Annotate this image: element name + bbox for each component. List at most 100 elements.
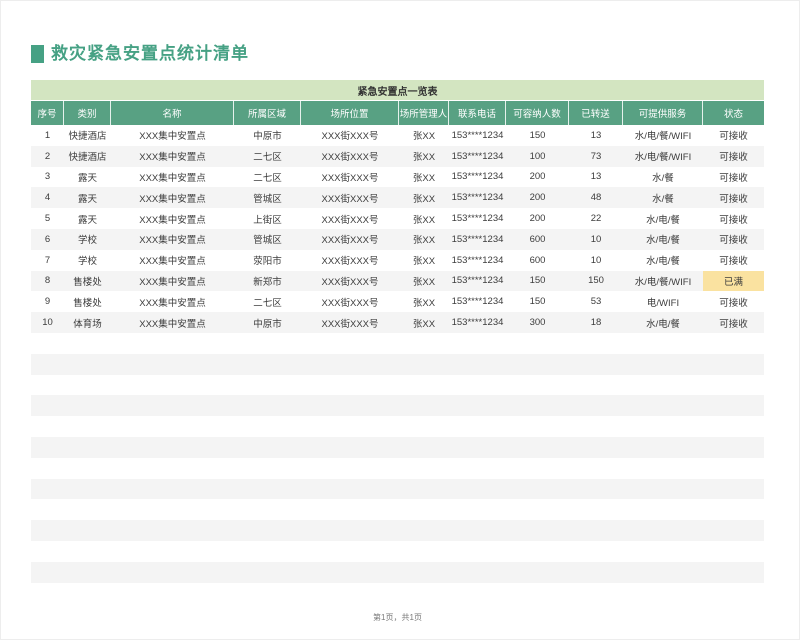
cell-no: 3 [31,167,64,188]
status-cell: 可接收 [703,229,764,250]
cell-phone: 153****1234 [449,229,506,250]
cell-services: 水/电/餐/WIFI [623,125,703,146]
cell-capacity: 150 [506,125,569,146]
cell-services: 水/餐 [623,167,703,188]
cell-capacity: 200 [506,167,569,188]
cell-manager: 张XX [399,250,449,271]
cell-name: XXX集中安置点 [111,271,234,292]
cell-no: 5 [31,208,64,229]
table-body: 1快捷酒店XXX集中安置点中原市XXX街XXX号张XX153****123415… [31,125,764,333]
cell-services: 水/电/餐 [623,208,703,229]
cell-manager: 张XX [399,167,449,188]
cell-category: 露天 [64,187,111,208]
cell-name: XXX集中安置点 [111,167,234,188]
cell-manager: 张XX [399,271,449,292]
cell-address: XXX街XXX号 [301,229,399,250]
cell-transferred: 10 [569,250,623,271]
empty-table-row [31,437,764,458]
cell-category: 学校 [64,250,111,271]
empty-table-row [31,395,764,416]
cell-phone: 153****1234 [449,312,506,333]
cell-capacity: 200 [506,208,569,229]
column-header: 所属区域 [234,101,301,125]
cell-no: 4 [31,187,64,208]
cell-transferred: 73 [569,146,623,167]
cell-manager: 张XX [399,146,449,167]
cell-district: 上街区 [234,208,301,229]
settlement-table: 紧急安置点一览表 序号类别名称所属区域场所位置场所管理人联系电话可容纳人数已转送… [31,80,764,583]
cell-transferred: 13 [569,125,623,146]
cell-phone: 153****1234 [449,208,506,229]
cell-address: XXX街XXX号 [301,167,399,188]
status-cell: 可接收 [703,250,764,271]
cell-district: 荥阳市 [234,250,301,271]
cell-capacity: 150 [506,271,569,292]
column-header: 场所位置 [301,101,399,125]
cell-capacity: 300 [506,312,569,333]
cell-address: XXX街XXX号 [301,125,399,146]
status-cell: 可接收 [703,312,764,333]
cell-transferred: 22 [569,208,623,229]
column-header: 场所管理人 [399,101,449,125]
table-row: 3露天XXX集中安置点二七区XXX街XXX号张XX153****12342001… [31,167,764,188]
page-indicator: 第1页，共1页 [31,612,764,623]
cell-name: XXX集中安置点 [111,312,234,333]
cell-manager: 张XX [399,187,449,208]
cell-manager: 张XX [399,291,449,312]
empty-table-row [31,354,764,375]
cell-category: 体育场 [64,312,111,333]
cell-district: 二七区 [234,167,301,188]
column-header: 序号 [31,101,64,125]
cell-category: 快捷酒店 [64,146,111,167]
cell-address: XXX街XXX号 [301,187,399,208]
cell-phone: 153****1234 [449,291,506,312]
empty-table-row [31,562,764,583]
table-row: 2快捷酒店XXX集中安置点二七区XXX街XXX号张XX153****123410… [31,146,764,167]
table-header-row: 序号类别名称所属区域场所位置场所管理人联系电话可容纳人数已转送可提供服务状态 [31,101,764,125]
cell-services: 水/电/餐/WIFI [623,271,703,292]
cell-category: 售楼处 [64,271,111,292]
cell-district: 中原市 [234,312,301,333]
cell-phone: 153****1234 [449,146,506,167]
cell-manager: 张XX [399,208,449,229]
empty-table-row [31,416,764,437]
page-title-bar: 救灾紧急安置点统计清单 [31,45,249,63]
cell-services: 水/餐 [623,187,703,208]
cell-transferred: 18 [569,312,623,333]
empty-table-row [31,479,764,500]
column-header: 已转送 [569,101,623,125]
cell-no: 6 [31,229,64,250]
cell-no: 7 [31,250,64,271]
cell-capacity: 100 [506,146,569,167]
empty-table-row [31,375,764,396]
status-cell: 可接收 [703,208,764,229]
table-row: 7学校XXX集中安置点荥阳市XXX街XXX号张XX153****12346001… [31,250,764,271]
cell-services: 水/电/餐 [623,312,703,333]
cell-no: 9 [31,291,64,312]
cell-address: XXX街XXX号 [301,271,399,292]
cell-capacity: 600 [506,229,569,250]
cell-address: XXX街XXX号 [301,291,399,312]
status-cell: 可接收 [703,291,764,312]
status-cell: 可接收 [703,187,764,208]
cell-phone: 153****1234 [449,187,506,208]
status-cell: 可接收 [703,125,764,146]
cell-district: 管城区 [234,187,301,208]
cell-name: XXX集中安置点 [111,208,234,229]
cell-district: 二七区 [234,146,301,167]
cell-no: 8 [31,271,64,292]
table-banner-title: 紧急安置点一览表 [31,80,764,101]
cell-services: 水/电/餐 [623,229,703,250]
cell-district: 管城区 [234,229,301,250]
cell-phone: 153****1234 [449,250,506,271]
cell-name: XXX集中安置点 [111,125,234,146]
cell-phone: 153****1234 [449,125,506,146]
cell-transferred: 10 [569,229,623,250]
cell-address: XXX街XXX号 [301,312,399,333]
column-header: 可容纳人数 [506,101,569,125]
table-row: 5露天XXX集中安置点上街区XXX街XXX号张XX153****12342002… [31,208,764,229]
cell-name: XXX集中安置点 [111,229,234,250]
cell-transferred: 150 [569,271,623,292]
cell-no: 1 [31,125,64,146]
column-header: 类别 [64,101,111,125]
